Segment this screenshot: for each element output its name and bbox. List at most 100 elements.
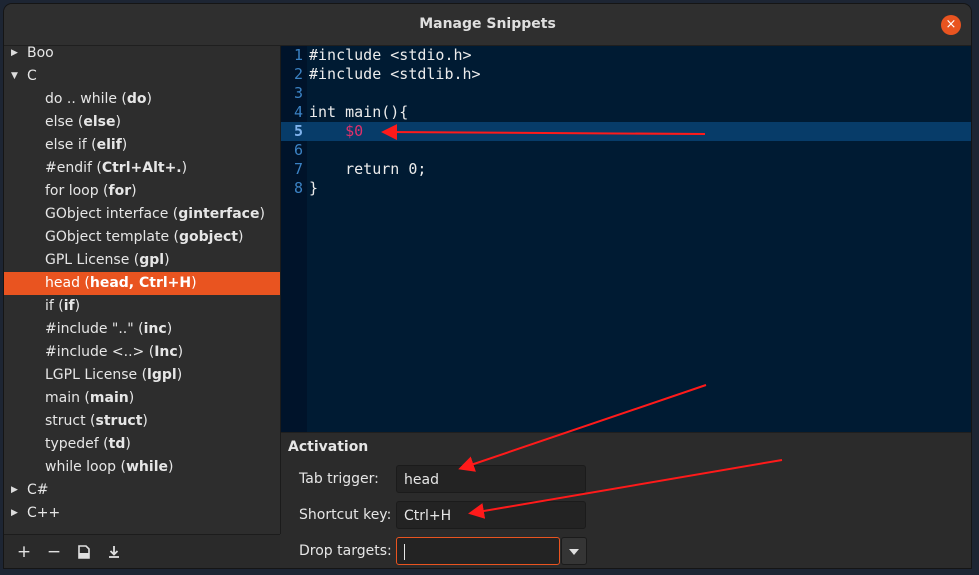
snippet-trigger: ginterface [178,206,260,222]
paren: ) [191,275,197,291]
snippet-row-selected[interactable]: head (head, Ctrl+H) [4,272,280,295]
code-line: return 0; [309,160,426,179]
shortcut-key-input[interactable]: Ctrl+H [396,501,586,529]
snippet-name: #endif [45,160,92,176]
code-text: } [309,179,319,197]
snippet-label: head (head, Ctrl+H) [45,272,197,295]
snippet-row[interactable]: typedef (td) [4,433,280,456]
paren: ) [115,114,121,130]
snippet-row[interactable]: do .. while (do) [4,88,280,111]
snippet-row[interactable]: if (if) [4,295,280,318]
line-number: 3 [293,84,303,102]
line-number: 6 [293,141,303,159]
snippet-name: #include ".." [45,321,134,337]
paren: ( [133,321,144,337]
snippet-name: GObject interface [45,206,169,222]
snippet-label: if (if) [45,295,80,318]
line-number: 7 [293,160,303,178]
snippet-editor[interactable]: 1 #include <stdio.h> 2 #include <stdlib.h> 3… [281,46,971,432]
language-label: C [27,68,37,84]
snippet-row[interactable]: else if (elif) [4,134,280,157]
paren: ( [168,206,179,222]
tab-trigger-input[interactable]: head [396,465,586,493]
snippet-row[interactable]: for loop (for) [4,180,280,203]
snippet-label: do .. while (do) [45,88,152,111]
snippet-row[interactable]: else (else) [4,111,280,134]
language-row[interactable]: ▶ C# [4,479,280,502]
paren: ) [177,344,184,360]
paren: ( [116,91,127,107]
snippet-label: main (main) [45,387,134,410]
snippet-row[interactable]: GPL License (gpl) [4,249,280,272]
language-label: Boo [27,46,54,61]
paren: ( [137,367,148,383]
activation-panel: Activation Tab trigger: head Shortcut ke… [281,432,971,568]
snippet-row[interactable]: LGPL License (lgpl) [4,364,280,387]
paren: ( [86,137,97,153]
code-line: int main(){ [309,103,408,122]
paren: ) [146,91,152,107]
snippet-label: #endif (Ctrl+Alt+.) [45,157,187,180]
snippet-row[interactable]: #include <..> (Inc) [4,341,280,364]
add-snippet-button[interactable]: + [14,542,34,562]
snippet-name: GPL License [45,252,130,268]
code-text: #include <stdlib.h> [309,65,481,83]
snippet-row[interactable]: GObject template (gobject) [4,226,280,249]
code-line: #include <stdio.h> [309,46,472,65]
snippet-row[interactable]: while loop (while) [4,456,280,479]
snippet-name: while loop [45,459,117,475]
language-row[interactable]: ▼ C [4,65,280,88]
paren: ) [142,413,148,429]
snippet-name: main [45,390,80,406]
paren: ( [79,275,90,291]
snippet-label: for loop (for) [45,180,137,203]
snippet-name: typedef [45,436,99,452]
language-label: C# [27,482,49,498]
line-number: 8 [293,179,303,197]
import-snippets-button[interactable] [74,542,94,562]
snippet-row[interactable]: GObject interface (ginterface) [4,203,280,226]
snippet-row[interactable]: #include ".." (inc) [4,318,280,341]
drop-targets-dropdown-button[interactable] [561,537,587,565]
snippet-trigger: Inc [154,344,178,360]
snippet-name: GObject template [45,229,170,245]
expander-closed-icon[interactable]: ▶ [11,479,21,502]
snippet-name: do .. while [45,91,117,107]
snippet-row[interactable]: struct (struct) [4,410,280,433]
snippet-label: GPL License (gpl) [45,249,170,272]
paren: ) [164,252,170,268]
snippet-row[interactable]: main (main) [4,387,280,410]
snippet-label: #include ".." (inc) [45,318,172,341]
paren: ) [128,390,135,406]
snippet-trigger: lgpl [147,367,177,383]
title-bar[interactable]: Manage Snippets × [4,4,971,46]
snippet-trigger: td [108,436,126,452]
language-label: C++ [27,505,61,521]
snippet-name: if [45,298,54,314]
language-row[interactable]: ▶ C++ [4,502,280,525]
paren: ) [237,229,244,245]
expander-open-icon[interactable]: ▼ [11,65,21,88]
snippet-tree[interactable]: ▶ Boo ▼ Cdo .. while (do) else (else) else if… [4,46,281,534]
placeholder-variable: $0 [345,122,364,140]
line-number: 4 [293,103,303,121]
expander-closed-icon[interactable]: ▶ [11,502,21,525]
snippet-label: LGPL License (lgpl) [45,364,182,387]
drop-targets-input[interactable] [396,537,560,565]
import-icon [78,545,90,559]
close-icon[interactable]: × [941,15,961,35]
snippet-name: else [45,114,74,130]
remove-snippet-button[interactable]: − [44,542,64,562]
snippet-trigger: gpl [139,252,165,268]
paren: ) [259,206,265,222]
paren: ( [91,160,102,176]
export-snippets-button[interactable] [104,542,124,562]
snippet-row[interactable]: #endif (Ctrl+Alt+.) [4,157,280,180]
line-number: 5 [293,122,303,140]
language-row[interactable]: ▶ Boo [4,46,280,65]
tab-trigger-label: Tab trigger: [299,471,379,487]
expander-closed-icon[interactable]: ▶ [11,46,21,65]
line-number: 1 [293,46,303,64]
shortcut-key-label: Shortcut key: [299,507,392,523]
